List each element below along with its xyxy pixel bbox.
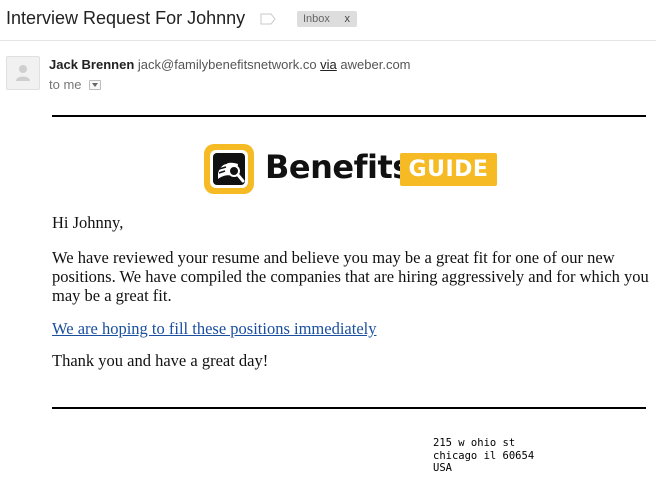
positions-link[interactable]: We are hoping to fill these positions im… bbox=[52, 319, 376, 338]
address-line: chicago il 60654 bbox=[433, 449, 535, 462]
remove-label-button[interactable]: x bbox=[345, 11, 351, 27]
person-avatar-icon[interactable] bbox=[6, 56, 40, 90]
address-line: 215 w ohio st bbox=[433, 437, 516, 449]
chevron-down-icon[interactable] bbox=[89, 80, 102, 90]
sender-name[interactable]: Jack Brennen bbox=[49, 57, 134, 72]
subject-bar: Interview Request For Johnny Inbox x bbox=[0, 0, 656, 41]
email-subject: Interview Request For Johnny bbox=[6, 8, 246, 28]
sender-email: jack@familybenefitsnetwork.co bbox=[137, 57, 317, 72]
bottom-divider bbox=[52, 407, 646, 409]
logo-badge: GUIDE bbox=[400, 153, 497, 186]
inbox-label-text: Inbox bbox=[303, 13, 330, 25]
book-magnifier-icon bbox=[204, 144, 254, 194]
recipient-line: to me bbox=[49, 77, 102, 92]
address-line: USA bbox=[433, 462, 452, 474]
via-link[interactable]: via bbox=[320, 57, 337, 72]
sender-line: Jack Brennen jack@familybenefitsnetwork.… bbox=[49, 57, 411, 72]
inbox-label-chip: Inbox x bbox=[297, 11, 357, 27]
footer-address: 215 w ohio st chicago il 60654 USA bbox=[433, 437, 534, 475]
body-paragraph: We have reviewed your resume and believe… bbox=[52, 248, 649, 305]
logo-wordmark: Benefits bbox=[265, 148, 411, 186]
top-divider bbox=[52, 115, 646, 117]
recipient-text: to me bbox=[49, 77, 82, 92]
via-domain: aweber.com bbox=[340, 57, 411, 72]
benefits-guide-logo: Benefits GUIDE bbox=[203, 143, 503, 198]
greeting: Hi Johnny, bbox=[52, 213, 124, 232]
label-icon[interactable] bbox=[260, 13, 276, 25]
signoff: Thank you and have a great day! bbox=[52, 351, 269, 370]
